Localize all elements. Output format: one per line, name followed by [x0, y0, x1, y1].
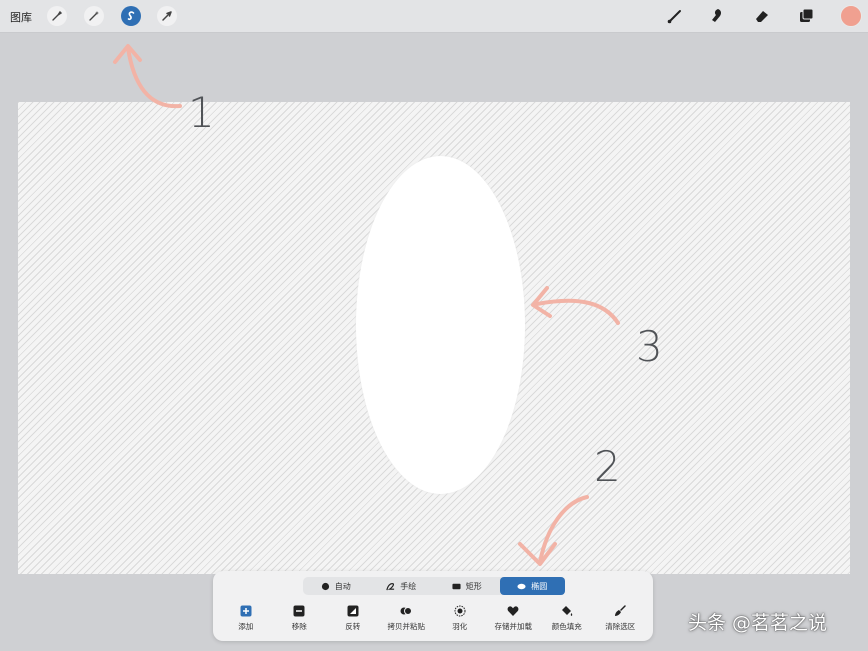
layers-icon[interactable]	[796, 6, 816, 26]
annotation-number-2: 2	[594, 442, 621, 491]
action-label: 清除选区	[605, 622, 636, 631]
copy-paste-button[interactable]: 拷贝并粘贴	[380, 605, 434, 637]
annotation-arrow-1	[113, 44, 182, 109]
action-label: 添加	[238, 622, 254, 631]
selection-panel: 自动 手绘 矩形 椭圆 添加 移除 反转 拷贝并粘贴 羽化 存储并加载 颜色填充…	[213, 571, 653, 641]
mode-label: 手绘	[400, 581, 417, 591]
mode-freehand[interactable]: 手绘	[369, 577, 435, 595]
save-load-button[interactable]: 存储并加载	[487, 605, 541, 637]
clear-selection-button[interactable]: 清除选区	[594, 605, 648, 637]
invert-button[interactable]: 反转	[326, 605, 380, 637]
copy-paste-icon	[400, 607, 413, 615]
remove-icon	[293, 605, 305, 617]
feather-button[interactable]: 羽化	[433, 605, 487, 637]
mode-automatic[interactable]: 自动	[303, 577, 369, 595]
magic-wand-icon[interactable]	[84, 6, 104, 26]
mode-rectangle[interactable]: 矩形	[434, 577, 500, 595]
mode-label: 矩形	[465, 581, 482, 591]
wrench-icon[interactable]	[47, 6, 67, 26]
mode-ellipse[interactable]: 椭圆	[499, 577, 565, 595]
transform-arrow-icon[interactable]	[157, 6, 177, 26]
top-toolbar: 图库	[0, 0, 868, 33]
watermark: 头条 @茗茗之说	[688, 612, 828, 634]
annotation-number-1: 1	[188, 88, 215, 137]
annotation-number-3: 3	[636, 322, 663, 371]
action-label: 存储并加载	[494, 622, 533, 631]
action-label: 反转	[345, 622, 361, 631]
selection-mode-segmented-control: 自动 手绘 矩形 椭圆	[303, 577, 565, 595]
dot-icon	[321, 582, 329, 590]
brush-icon[interactable]	[665, 6, 685, 26]
selection-icon[interactable]	[121, 6, 141, 26]
add-button[interactable]: 添加	[219, 605, 273, 637]
annotation-arrow-3	[531, 286, 620, 325]
heart-icon	[507, 606, 519, 616]
fill-icon	[561, 606, 572, 616]
annotation-arrow-2	[518, 495, 589, 566]
smudge-icon[interactable]	[708, 6, 728, 26]
mode-label: 椭圆	[531, 581, 548, 591]
color-fill-button[interactable]: 颜色填充	[540, 605, 594, 637]
action-label: 拷贝并粘贴	[387, 622, 426, 631]
mode-label: 自动	[334, 581, 351, 591]
clear-icon	[615, 605, 626, 616]
rectangle-icon	[452, 583, 461, 589]
ellipse-selection	[356, 156, 525, 494]
selection-actions: 添加 移除 反转 拷贝并粘贴 羽化 存储并加载 颜色填充 清除选区	[219, 605, 647, 637]
action-label: 移除	[291, 622, 307, 631]
gallery-button[interactable]: 图库	[10, 9, 32, 25]
drawing-canvas[interactable]	[18, 102, 850, 574]
color-swatch[interactable]	[840, 5, 862, 27]
ellipse-icon	[517, 583, 526, 589]
feather-icon	[454, 605, 466, 617]
eraser-icon[interactable]	[752, 6, 772, 26]
action-label: 颜色填充	[551, 622, 582, 631]
invert-icon	[347, 605, 359, 617]
remove-button[interactable]: 移除	[273, 605, 327, 637]
freehand-icon	[386, 582, 395, 590]
action-label: 羽化	[452, 622, 468, 631]
add-icon	[240, 605, 252, 617]
